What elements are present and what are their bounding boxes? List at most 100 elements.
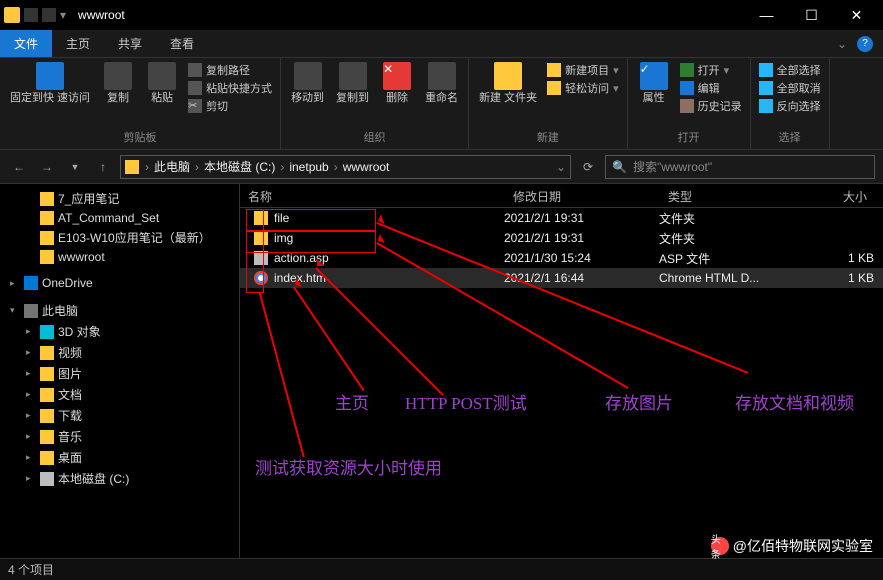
invert-selection-button[interactable]: 反向选择 [759,98,821,114]
help-icon[interactable]: ? [857,36,873,52]
search-input[interactable]: 🔍 搜索"wwwroot" [605,155,875,179]
menu-bar: 文件 主页 共享 查看 ⌄ ? [0,30,883,58]
qat-icon [42,8,56,22]
properties-button[interactable]: ✓属性 [634,60,674,107]
window-title: wwwroot [78,8,125,22]
tree-view[interactable]: 7_应用笔记AT_Command_SetE103-W10应用笔记（最新）wwwr… [0,184,240,558]
folder-icon [254,231,268,245]
annotation-line [293,286,364,390]
col-type[interactable]: 类型 [660,184,805,207]
tree-item[interactable]: ▸本地磁盘 (C:) [0,468,239,489]
tree-item[interactable]: ▸桌面 [0,447,239,468]
tab-view[interactable]: 查看 [156,30,208,57]
group-select: 选择 [757,127,823,147]
tree-item[interactable]: ▸音乐 [0,426,239,447]
search-placeholder: 搜索"wwwroot" [633,158,712,175]
select-none-button[interactable]: 全部取消 [759,80,821,96]
tab-file[interactable]: 文件 [0,30,52,57]
annotation-line [259,293,304,458]
tree-item[interactable]: ▾此电脑 [0,300,239,321]
tree-item[interactable] [0,292,239,300]
recent-button[interactable]: ▼ [64,156,86,178]
tree-item[interactable]: ▸文档 [0,384,239,405]
tree-item[interactable] [0,266,239,274]
rename-button[interactable]: 重命名 [421,60,462,107]
titlebar-icons: ▾ [4,7,66,23]
breadcrumbs[interactable]: › 此电脑› 本地磁盘 (C:)› inetpub› wwwroot ⌄ [120,155,571,179]
app-icon [24,8,38,22]
tree-item[interactable]: ▸图片 [0,363,239,384]
forward-button[interactable]: → [36,156,58,178]
minimize-button[interactable]: — [744,0,789,30]
folder-icon [4,7,20,23]
col-size[interactable]: 大小 [805,184,875,207]
group-clipboard: 剪贴板 [6,127,274,147]
tab-share[interactable]: 共享 [104,30,156,57]
main-area: 7_应用笔记AT_Command_SetE103-W10应用笔记（最新）wwwr… [0,184,883,558]
edit-button[interactable]: 编辑 [680,80,742,96]
crumb[interactable]: 本地磁盘 (C:) [201,158,278,175]
file-row[interactable]: img2021/2/1 19:31 文件夹 [240,228,883,248]
file-list: 名称 修改日期 类型 大小 file2021/2/1 19:31 文件夹 img… [240,184,883,558]
crumb[interactable]: 此电脑 [151,158,193,175]
item-count: 4 个项目 [8,561,54,578]
status-bar: 4 个项目 [0,558,883,580]
paste-button[interactable]: 粘贴 [142,60,182,107]
col-date[interactable]: 修改日期 [505,184,660,207]
refresh-button[interactable]: ⟳ [577,156,599,178]
help-area: ⌄ ? [827,30,883,57]
annotation-file: 存放文档和视频 [735,389,855,414]
folder-icon [254,211,268,225]
title-bar: ▾ wwwroot — ☐ ✕ [0,0,883,30]
chrome-icon [254,271,268,285]
watermark: 头条 @亿佰特物联网实验室 [711,536,873,556]
new-folder-button[interactable]: 新建 文件夹 [475,60,541,107]
tree-item[interactable]: ▸下载 [0,405,239,426]
watermark-icon: 头条 [711,537,729,555]
folder-icon [125,160,139,174]
ribbon: 固定到快 速访问 复制 粘贴 复制路径 粘贴快捷方式 ✂剪切 剪贴板 移动到 复… [0,58,883,150]
back-button[interactable]: ← [8,156,30,178]
file-row[interactable]: index.htm2021/2/1 16:44 Chrome HTML D...… [240,268,883,288]
crumb[interactable]: wwwroot [340,160,393,174]
tab-home[interactable]: 主页 [52,30,104,57]
file-icon [254,251,268,265]
select-all-button[interactable]: 全部选择 [759,62,821,78]
crumb[interactable]: inetpub [286,160,331,174]
file-row[interactable]: action.asp2021/1/30 15:24 ASP 文件1 KB [240,248,883,268]
annotation-post: HTTP POST测试 [405,389,527,414]
delete-button[interactable]: ✕删除 [377,60,417,107]
easy-access-button[interactable]: 轻松访问▾ [547,80,619,96]
new-item-button[interactable]: 新建项目▾ [547,62,619,78]
tree-item[interactable]: ▸3D 对象 [0,321,239,342]
pin-button[interactable]: 固定到快 速访问 [6,60,94,107]
file-row[interactable]: file2021/2/1 19:31 文件夹 [240,208,883,228]
move-to-button[interactable]: 移动到 [287,60,328,107]
tree-item[interactable]: E103-W10应用笔记（最新） [0,227,239,248]
tree-item[interactable]: 7_应用笔记 [0,188,239,209]
copy-button[interactable]: 复制 [98,60,138,107]
up-button[interactable]: ↑ [92,156,114,178]
copy-to-button[interactable]: 复制到 [332,60,373,107]
history-button[interactable]: 历史记录 [680,98,742,114]
search-icon: 🔍 [612,160,627,174]
annotation-img: 存放图片 [605,389,673,414]
paste-shortcut-button[interactable]: 粘贴快捷方式 [188,80,272,96]
group-organize: 组织 [287,127,462,147]
annotation-test: 测试获取资源大小时使用 [255,454,442,479]
tree-item[interactable]: ▸OneDrive [0,274,239,292]
group-open: 打开 [634,127,744,147]
open-button[interactable]: 打开▾ [680,62,742,78]
cut-button[interactable]: ✂剪切 [188,98,272,114]
maximize-button[interactable]: ☐ [789,0,834,30]
tree-item[interactable]: wwwroot [0,248,239,266]
tree-item[interactable]: AT_Command_Set [0,209,239,227]
tree-item[interactable]: ▸视频 [0,342,239,363]
close-button[interactable]: ✕ [834,0,879,30]
annotation-home: 主页 [335,389,369,414]
column-headers[interactable]: 名称 修改日期 类型 大小 [240,184,883,208]
col-name[interactable]: 名称 [240,184,505,207]
copy-path-button[interactable]: 复制路径 [188,62,272,78]
address-bar: ← → ▼ ↑ › 此电脑› 本地磁盘 (C:)› inetpub› wwwro… [0,150,883,184]
group-new: 新建 [475,127,621,147]
